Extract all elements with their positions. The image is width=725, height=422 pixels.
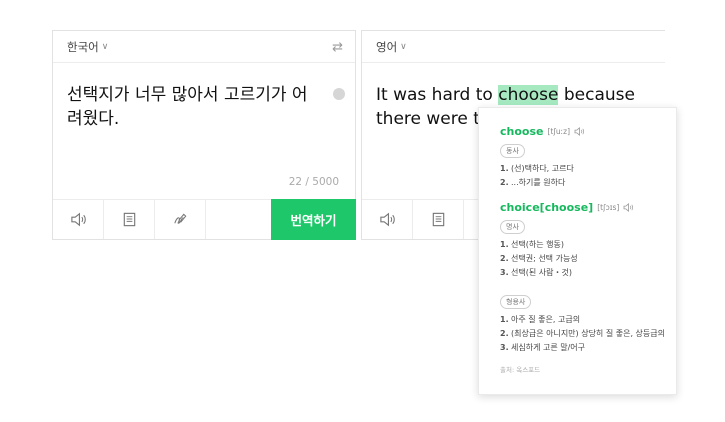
source-text-line: 선택지가 너무 많아서 고르기가 어: [67, 85, 308, 105]
notebook-button[interactable]: [104, 200, 155, 239]
speaker-icon[interactable]: [623, 203, 634, 212]
part-of-speech-badge: 형용사: [500, 295, 532, 309]
speaker-icon[interactable]: [574, 127, 585, 136]
chevron-down-icon: ∨: [101, 41, 109, 52]
definition-list: 1. 아주 질 좋은, 고급의 2. (최상급은 아니지만) 상당히 질 좋은, 상…: [500, 314, 676, 354]
highlighted-word[interactable]: choose: [498, 85, 559, 105]
translate-button[interactable]: 번역하기: [271, 199, 356, 240]
definition-item: 1. 아주 질 좋은, 고급의: [500, 315, 581, 324]
entry-word[interactable]: choice[choose]: [500, 201, 593, 214]
translated-text-part: because: [558, 85, 635, 105]
listen-button[interactable]: [53, 200, 104, 239]
source-text-input[interactable]: 선택지가 너무 많아서 고르기가 어 려웠다.: [67, 83, 329, 131]
definition-item: 2. (최상급은 아니지만) 상당히 질 좋은, 상등급의: [500, 329, 665, 338]
speaker-icon: [379, 212, 395, 227]
part-of-speech-badge: 동사: [500, 144, 525, 158]
translated-text-line: there were t: [376, 109, 480, 129]
source-panel: 한국어 ∨ ⇄ 선택지가 너무 많아서 고르기가 어 려웠다. 22 / 500…: [52, 30, 356, 240]
dictionary-source: 출처: 옥스포드: [500, 366, 541, 374]
translated-text-part: It was hard to: [376, 85, 499, 105]
dictionary-popup: choose [tʃuːz] 동사 1. (선)택하다, 고르다 2. ...하기를…: [478, 107, 677, 395]
definition-item: 2. 선택권; 선택 가능성: [500, 254, 578, 263]
target-language-selector[interactable]: 영어 ∨: [362, 31, 665, 63]
notebook-button[interactable]: [413, 200, 464, 239]
dictionary-entry: choice[choose] [tʃɔɪs] 명사 1. 선택(하는 행동) 2.…: [500, 201, 676, 354]
definition-list: 1. (선)택하다, 고르다 2. ...하기를 원하다: [500, 163, 676, 189]
entry-word[interactable]: choose: [500, 125, 543, 138]
source-toolbar: 번역하기: [53, 199, 356, 240]
speaker-icon: [70, 212, 86, 227]
chevron-down-icon: ∨: [400, 41, 407, 52]
clear-text-icon[interactable]: [333, 88, 345, 100]
definition-list: 1. 선택(하는 행동) 2. 선택권; 선택 가능성 3. 선택(된 사람・것): [500, 239, 676, 279]
source-language-selector[interactable]: 한국어 ∨ ⇄: [53, 31, 355, 63]
character-counter: 22 / 5000: [288, 176, 339, 188]
definition-item: 1. 선택(하는 행동): [500, 240, 564, 249]
source-text-line: 려웠다.: [67, 109, 120, 129]
handwriting-button[interactable]: [155, 200, 206, 239]
source-language-label: 한국어: [67, 39, 99, 54]
pronunciation: [tʃɔɪs]: [597, 203, 620, 212]
definition-item: 3. 세심하게 고른 말/어구: [500, 343, 586, 352]
swap-languages-icon[interactable]: ⇄: [332, 40, 343, 55]
notebook-icon: [432, 212, 444, 227]
target-language-label: 영어: [376, 39, 398, 54]
listen-button[interactable]: [362, 200, 413, 239]
definition-item: 1. (선)택하다, 고르다: [500, 164, 574, 173]
definition-item: 2. ...하기를 원하다: [500, 178, 566, 187]
handwriting-icon: [173, 213, 186, 224]
dictionary-entry: choose [tʃuːz] 동사 1. (선)택하다, 고르다 2. ...하기를…: [500, 125, 676, 189]
definition-item: 3. 선택(된 사람・것): [500, 268, 572, 277]
pronunciation: [tʃuːz]: [547, 127, 571, 136]
part-of-speech-badge: 명사: [500, 220, 525, 234]
notebook-icon: [123, 212, 135, 227]
